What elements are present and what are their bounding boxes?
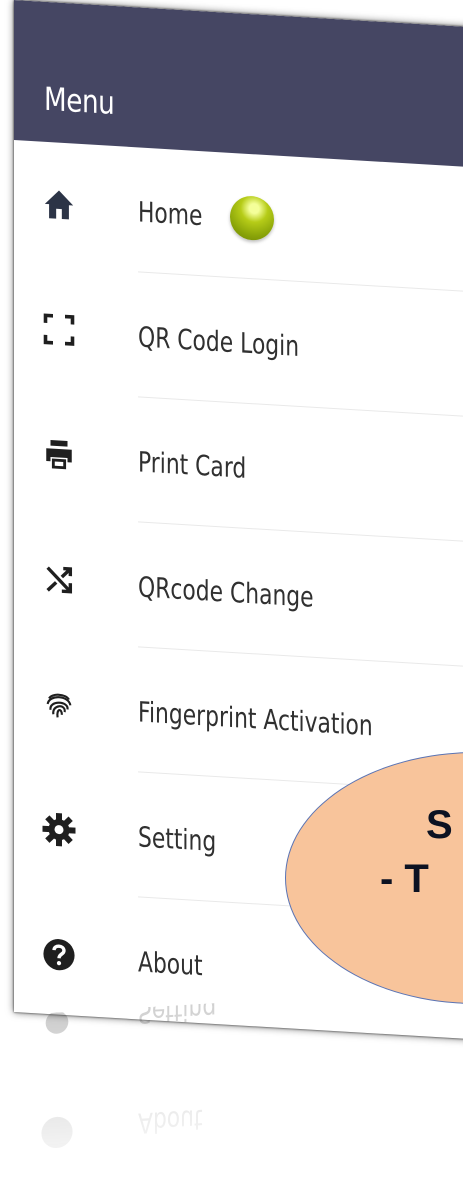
- reflection-label: About: [138, 1102, 203, 1140]
- help-circle-icon: [40, 935, 78, 975]
- status-dot: [230, 194, 274, 242]
- help-circle-icon: [40, 1110, 78, 1150]
- menu-item-label: Fingerprint Activation: [138, 695, 373, 743]
- drawer-title: Menu: [44, 79, 115, 122]
- fingerprint-icon: [40, 685, 78, 725]
- menu-item-label: Setting: [138, 820, 217, 859]
- callout-text-line1: S: [426, 803, 453, 847]
- shuffle-icon: [40, 560, 78, 600]
- drawer-header: Menu: [14, 0, 463, 168]
- home-icon: [40, 185, 78, 225]
- screenshot-stage: Menu Home QR Code Login Print Card QRcod…: [0, 0, 463, 1194]
- menu-item-label: QR Code Login: [138, 320, 300, 363]
- menu-item-label: QRcode Change: [138, 570, 314, 614]
- callout-text-line2: - T: [380, 857, 429, 901]
- mirror-reflection: About Setting: [14, 987, 463, 1194]
- qr-scan-icon: [40, 310, 78, 350]
- menu-item-label: Print Card: [138, 445, 247, 485]
- menu-item-label: About: [138, 945, 203, 983]
- printer-icon: [40, 435, 78, 475]
- menu-item-label: Home: [138, 195, 203, 233]
- gear-icon: [40, 810, 78, 850]
